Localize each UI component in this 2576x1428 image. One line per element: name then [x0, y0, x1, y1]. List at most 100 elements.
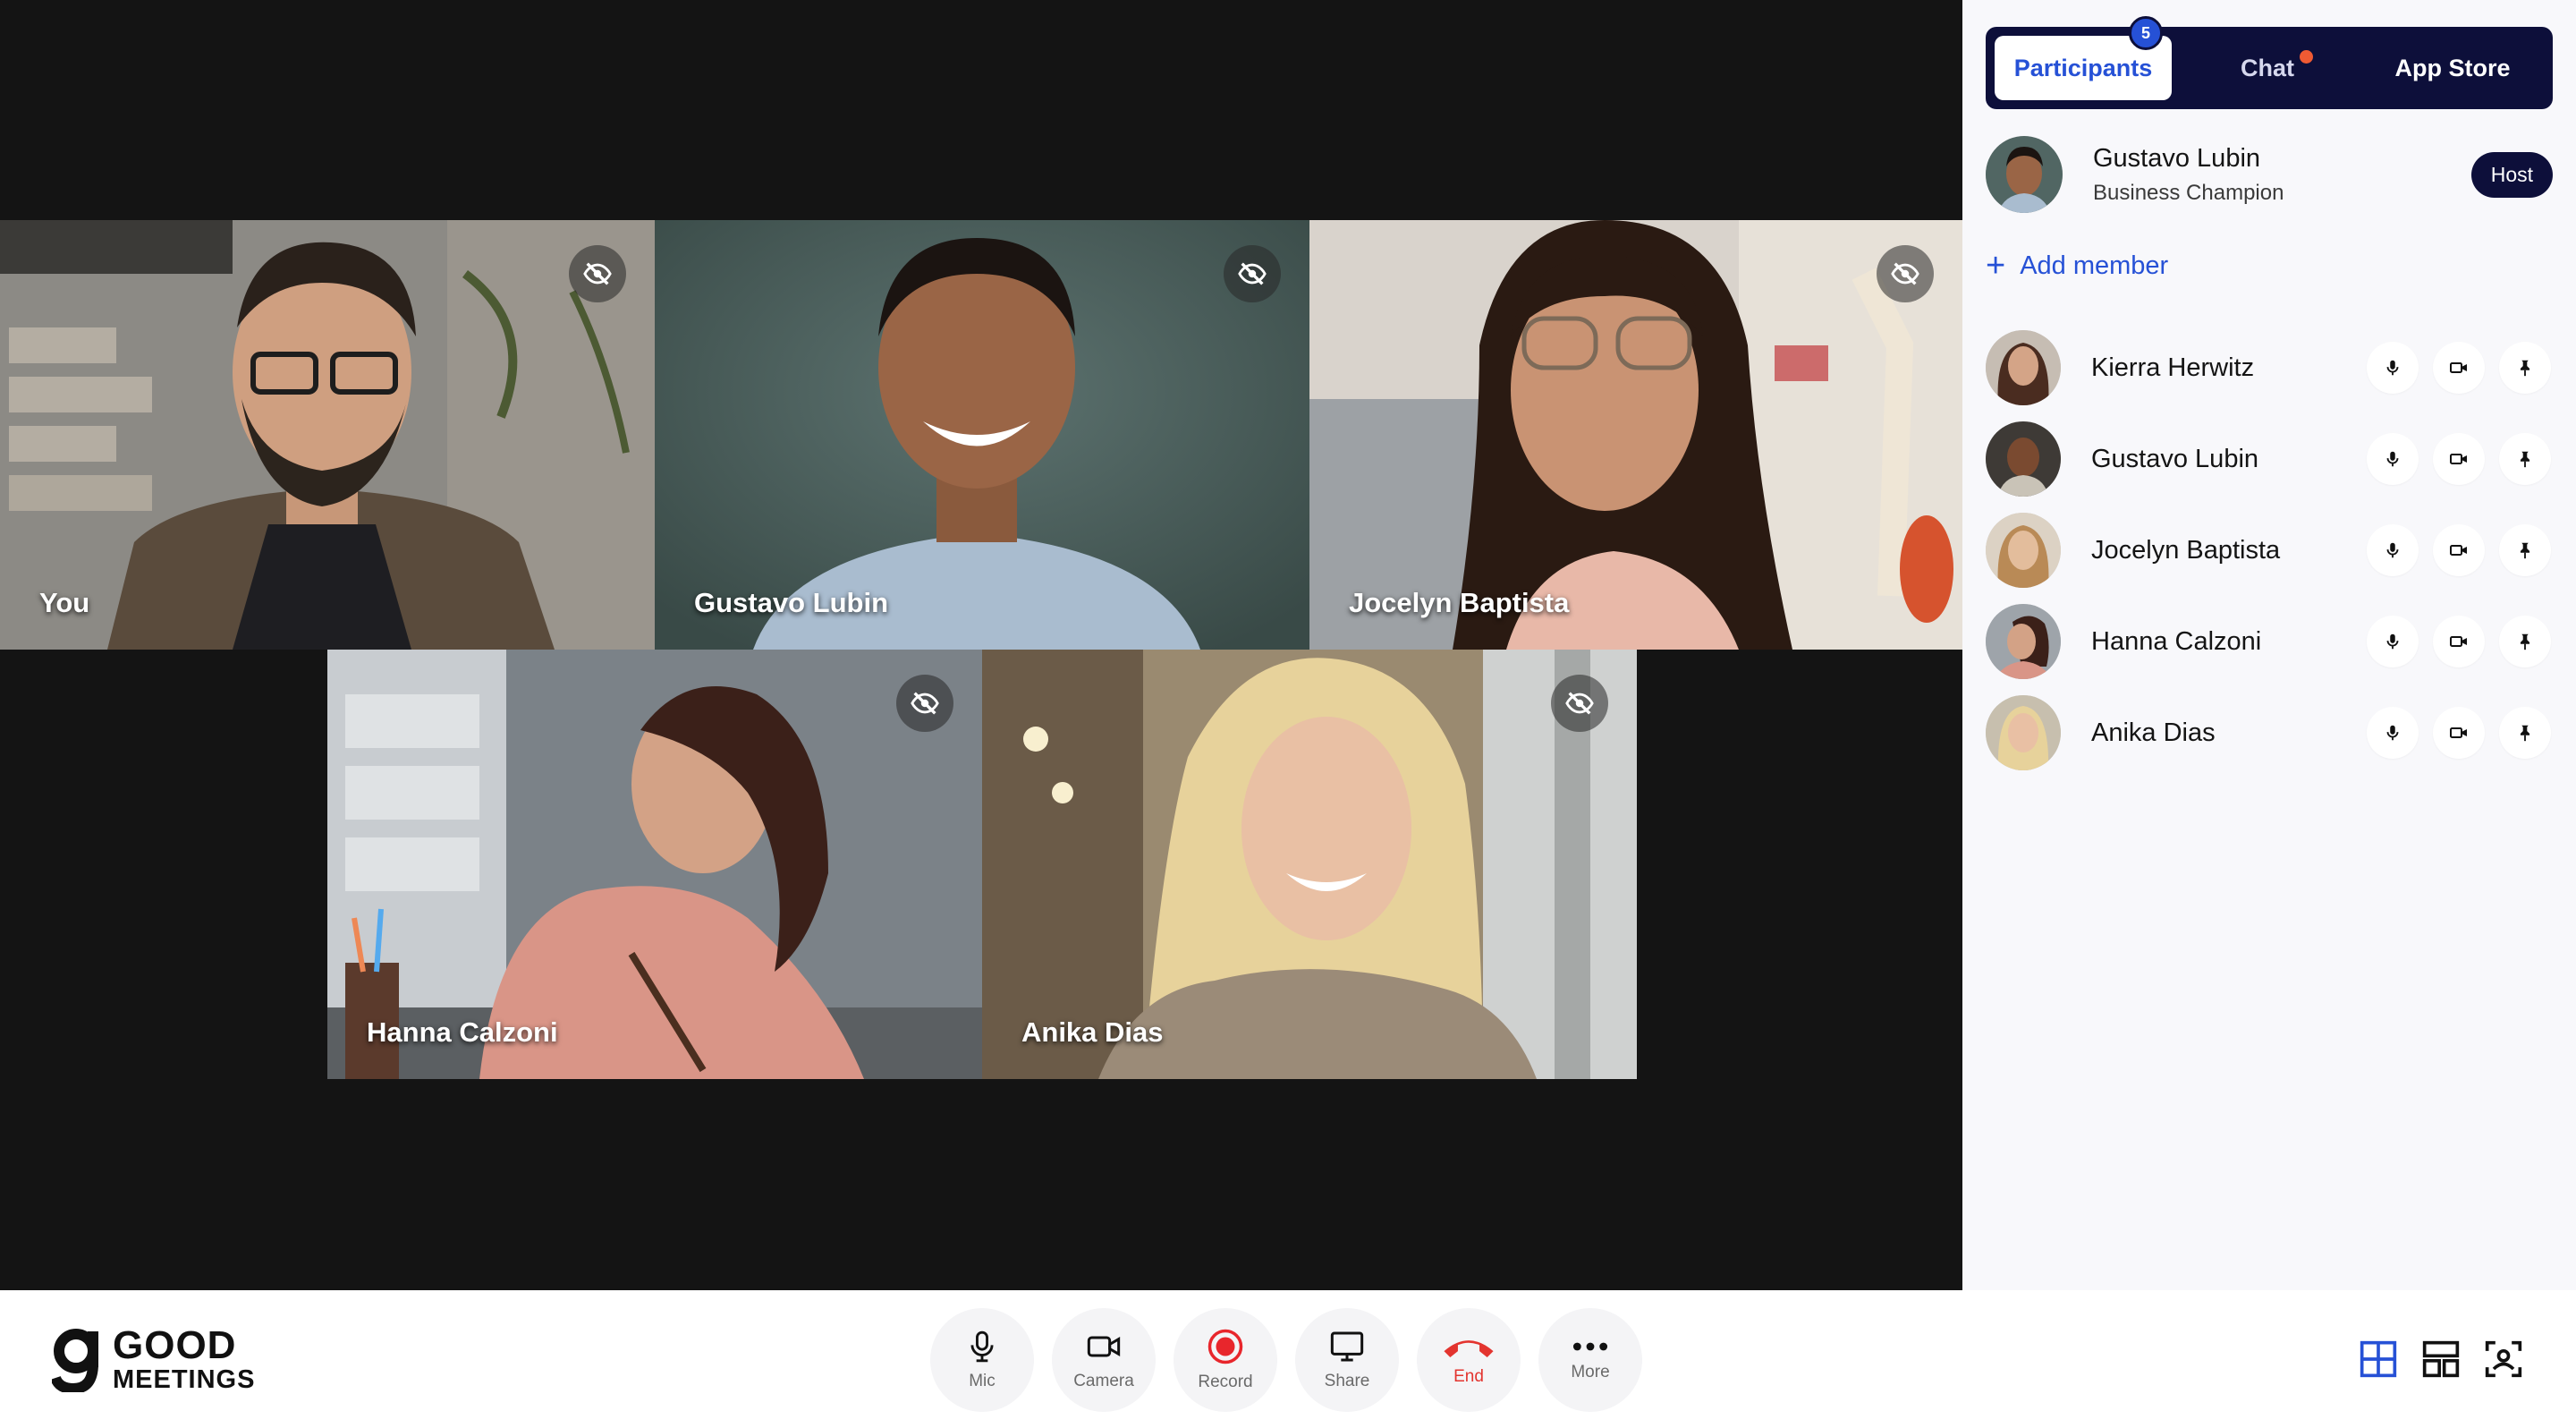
participants-count-badge: 5 — [2129, 16, 2163, 50]
spotlight-layout-button[interactable] — [2479, 1335, 2528, 1383]
pin-icon — [2520, 451, 2530, 468]
mic-icon — [2386, 542, 2399, 558]
share-label: Share — [1324, 1372, 1370, 1390]
video-tile-gustavo[interactable]: Gustavo Lubin — [655, 220, 1309, 650]
end-call-button[interactable]: End — [1417, 1308, 1521, 1412]
tab-app-store[interactable]: App Store — [2363, 36, 2542, 100]
logo-line-2: MEETINGS — [113, 1365, 256, 1394]
grid-layout-button[interactable] — [2354, 1335, 2402, 1383]
app-logo: GOOD MEETINGS — [52, 1326, 255, 1393]
video-tile-anika[interactable]: Anika Dias — [982, 650, 1637, 1079]
avatar — [1986, 330, 2061, 405]
mic-icon — [2386, 360, 2399, 376]
participant-row: Gustavo Lubin — [1986, 413, 2553, 505]
mic-toggle[interactable] — [2367, 707, 2419, 759]
eye-off-icon — [1565, 692, 1594, 715]
participant-row: Kierra Herwitz — [1986, 322, 2553, 413]
share-button[interactable]: Share — [1295, 1308, 1399, 1412]
video-stage: You Gustavo Lubin Jocelyn Baptista Hanna… — [0, 0, 1962, 1290]
tab-chat[interactable]: Chat — [2172, 36, 2363, 100]
pin-icon — [2520, 633, 2530, 650]
monitor-icon — [1330, 1331, 1364, 1362]
participant-video — [753, 238, 1200, 650]
avatar-image — [1986, 604, 2061, 679]
camera-label: Camera — [1073, 1372, 1134, 1390]
mic-toggle[interactable] — [2367, 433, 2419, 485]
mic-icon — [970, 1330, 994, 1363]
tab-label: App Store — [2394, 54, 2511, 81]
host-role: Business Champion — [2093, 180, 2284, 205]
pin-button[interactable] — [2499, 616, 2551, 667]
mic-toggle[interactable] — [2367, 342, 2419, 394]
video-tile-jocelyn[interactable]: Jocelyn Baptista — [1309, 220, 1962, 650]
layout-switcher — [2340, 1335, 2528, 1383]
video-camera-icon — [2450, 454, 2467, 464]
hang-up-icon — [1444, 1340, 1494, 1358]
tile-participant-name: Gustavo Lubin — [694, 587, 888, 618]
pin-button[interactable] — [2499, 342, 2551, 394]
participant-name: Hanna Calzoni — [2091, 626, 2262, 656]
camera-toggle[interactable] — [2433, 524, 2485, 576]
participant-name: Gustavo Lubin — [2091, 444, 2259, 473]
tile-participant-name: Jocelyn Baptista — [1349, 587, 1570, 618]
tile-participant-name: Hanna Calzoni — [367, 1016, 558, 1048]
more-dots-icon — [1572, 1342, 1608, 1351]
tab-label: Chat — [2241, 54, 2294, 81]
avatar-image — [1986, 695, 2061, 770]
tile-participant-name: You — [39, 587, 90, 618]
logo-mark-icon — [52, 1328, 98, 1392]
hide-video-button[interactable] — [1551, 675, 1608, 732]
mic-icon — [2386, 451, 2399, 467]
spotlight-layout-icon — [2485, 1340, 2522, 1378]
pin-icon — [2520, 542, 2530, 559]
add-member-button[interactable]: + Add member — [1986, 249, 2168, 283]
hide-video-button[interactable] — [569, 245, 626, 302]
participant-video — [1098, 658, 1537, 1079]
hide-video-button[interactable] — [896, 675, 953, 732]
video-camera-icon — [2450, 362, 2467, 373]
end-label: End — [1453, 1367, 1484, 1386]
participant-name: Jocelyn Baptista — [2091, 535, 2281, 565]
sidebar-layout-button[interactable] — [2417, 1335, 2465, 1383]
camera-button[interactable]: Camera — [1052, 1308, 1156, 1412]
avatar — [1986, 421, 2061, 497]
video-tile-hanna[interactable]: Hanna Calzoni — [327, 650, 982, 1079]
camera-toggle[interactable] — [2433, 616, 2485, 667]
mic-button[interactable]: Mic — [930, 1308, 1034, 1412]
host-info: Gustavo Lubin Business Champion — [2093, 144, 2284, 206]
pin-button[interactable] — [2499, 707, 2551, 759]
more-button[interactable]: More — [1538, 1308, 1642, 1412]
camera-toggle[interactable] — [2433, 342, 2485, 394]
host-row: Gustavo Lubin Business Champion Host — [1986, 136, 2553, 213]
host-badge: Host — [2470, 151, 2553, 198]
participant-name: Anika Dias — [2091, 718, 2216, 747]
avatar-image — [1986, 421, 2061, 497]
mic-toggle[interactable] — [2367, 616, 2419, 667]
video-tile-you[interactable]: You — [0, 220, 655, 650]
participant-row: Jocelyn Baptista — [1986, 505, 2553, 596]
mic-icon — [2386, 633, 2399, 650]
panel-tabs: Participants 5 Chat App Store — [1986, 16, 2553, 109]
video-camera-icon — [2450, 545, 2467, 556]
participant-video — [479, 686, 864, 1079]
tab-label: Participants — [2013, 54, 2153, 81]
pin-button[interactable] — [2499, 524, 2551, 576]
host-name: Gustavo Lubin — [2093, 143, 2261, 173]
video-camera-icon — [2450, 727, 2467, 738]
participant-row: Anika Dias — [1986, 687, 2553, 778]
tab-participants[interactable]: Participants 5 — [1995, 16, 2172, 100]
camera-toggle[interactable] — [2433, 433, 2485, 485]
mic-icon — [2386, 725, 2399, 741]
video-camera-icon — [1087, 1336, 1121, 1357]
video-camera-icon — [2450, 636, 2467, 647]
hide-video-button[interactable] — [1224, 245, 1281, 302]
dashboard-layout-icon — [2422, 1340, 2460, 1378]
camera-toggle[interactable] — [2433, 707, 2485, 759]
record-button[interactable]: Record — [1174, 1308, 1277, 1412]
avatar-image — [1986, 330, 2061, 405]
avatar — [1986, 136, 2063, 213]
mic-toggle[interactable] — [2367, 524, 2419, 576]
pin-button[interactable] — [2499, 433, 2551, 485]
hide-video-button[interactable] — [1877, 245, 1934, 302]
eye-off-icon — [1238, 262, 1267, 285]
